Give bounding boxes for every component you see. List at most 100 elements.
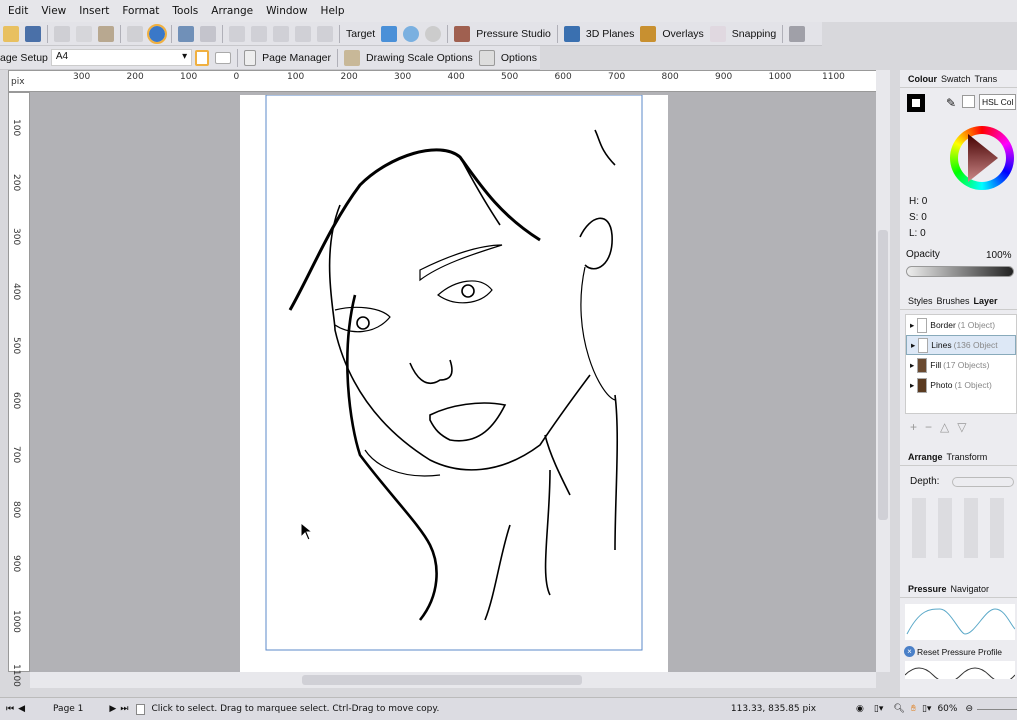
add-layer-icon[interactable]: + — [910, 420, 917, 434]
reset-icon[interactable]: × — [904, 646, 915, 657]
tab-pressure[interactable]: Pressure — [908, 584, 947, 594]
overlays-icon — [640, 25, 657, 42]
tab-transparency[interactable]: Trans — [975, 74, 998, 84]
layer-count: (1 Object) — [957, 320, 996, 330]
menu-tools[interactable]: Tools — [172, 5, 198, 17]
ruler-tick-label: 400 — [11, 282, 21, 300]
eyedropper-icon[interactable]: ✎ — [946, 96, 956, 110]
drawing-scale-options-button[interactable]: Drawing Scale Options — [366, 52, 473, 64]
layer-lines[interactable]: ▸ Lines (136 Object — [906, 335, 1016, 355]
cut-icon[interactable] — [54, 25, 70, 42]
target-icon-3[interactable] — [425, 25, 442, 42]
paste-icon[interactable] — [98, 25, 114, 42]
page-sheet[interactable] — [240, 95, 668, 672]
menu-view[interactable]: View — [41, 5, 66, 17]
layer-border[interactable]: ▸ Border (1 Object) — [906, 315, 1016, 335]
tab-transform[interactable]: Transform — [947, 452, 988, 462]
delete-layer-icon[interactable]: − — [925, 420, 932, 434]
expand-icon[interactable]: ▸ — [910, 320, 914, 331]
tab-layers[interactable]: Layer — [974, 296, 998, 306]
globe-icon[interactable] — [147, 23, 167, 44]
depth-slider[interactable] — [952, 477, 1014, 487]
scroll-thumb[interactable] — [302, 675, 582, 685]
colour-mode-dropdown[interactable]: HSL Col — [979, 94, 1016, 110]
arrange-buttons[interactable] — [912, 498, 1012, 558]
ruler-tick-label: 300 — [11, 228, 21, 246]
move-layer-down-icon[interactable]: ▽ — [957, 420, 966, 434]
zoom-out-icon[interactable]: ⊖ — [965, 704, 973, 714]
pan-hand-icon[interactable]: ✋︎ — [911, 704, 916, 714]
line-colour-swatch[interactable] — [907, 94, 925, 112]
layer-thumbnail — [917, 357, 928, 373]
layer-count: (17 Objects) — [943, 360, 990, 370]
layer-fill[interactable]: ▸ Fill (17 Objects) — [906, 355, 1016, 375]
vertical-ruler[interactable]: 100 200 300 400 500 600 700 800 900 1000 1100 — [8, 92, 30, 687]
portrait-icon[interactable] — [195, 49, 210, 66]
line-art-drawing[interactable] — [240, 95, 668, 672]
prev-page-icon[interactable]: ◀ — [18, 704, 25, 714]
redo-icon[interactable] — [200, 25, 216, 42]
tab-colour[interactable]: Colour — [908, 74, 937, 84]
last-page-icon[interactable]: ⏭ — [120, 704, 128, 714]
expand-icon[interactable]: ▸ — [911, 340, 915, 351]
zoom-slider[interactable] — [977, 708, 1017, 710]
tab-navigator[interactable]: Navigator — [951, 584, 990, 594]
zoom-icon[interactable]: 🔍︎ — [893, 704, 904, 714]
options-button[interactable]: Options — [501, 52, 537, 64]
target-label: Target — [346, 27, 376, 40]
open-icon[interactable] — [3, 25, 19, 42]
view-mode-icon[interactable]: ◉ — [856, 704, 864, 714]
first-page-icon[interactable]: ⏮ — [6, 704, 14, 714]
print-icon[interactable] — [789, 25, 806, 42]
scroll-thumb[interactable] — [878, 230, 888, 520]
next-page-icon[interactable]: ▶ — [109, 704, 116, 714]
ungroup-icon[interactable] — [317, 25, 333, 42]
menu-help[interactable]: Help — [321, 5, 345, 17]
ruler-tick-label: 700 — [608, 72, 626, 82]
target-icon-1[interactable] — [381, 25, 398, 42]
move-layer-up-icon[interactable]: △ — [940, 420, 949, 434]
format-painter-icon[interactable] — [127, 25, 143, 42]
snapping-button[interactable]: Snapping — [732, 28, 776, 40]
overlays-button[interactable]: Overlays — [662, 28, 703, 40]
cursor-tool-icon[interactable]: ▯▾ — [874, 704, 883, 714]
tab-arrange[interactable]: Arrange — [908, 452, 943, 462]
flip-vertical-icon[interactable] — [251, 25, 267, 42]
3d-planes-button[interactable]: 3D Planes — [586, 28, 634, 40]
page-manager-button[interactable]: Page Manager — [262, 52, 331, 64]
page-size-value: A4 — [55, 51, 69, 62]
tab-styles[interactable]: Styles — [908, 296, 933, 306]
fill-colour-swatch[interactable] — [962, 95, 975, 108]
reset-pressure-button[interactable]: Reset Pressure Profile — [917, 647, 1002, 657]
copy-icon[interactable] — [76, 25, 92, 42]
layer-photo[interactable]: ▸ Photo (1 Object) — [906, 375, 1016, 395]
rotate-icon[interactable] — [273, 25, 289, 42]
pressure-curve[interactable] — [905, 604, 1015, 640]
zoom-page-icon[interactable]: ▯▾ — [922, 704, 931, 714]
menu-window[interactable]: Window — [266, 5, 307, 17]
separator — [171, 24, 172, 43]
opacity-slider[interactable] — [906, 266, 1014, 277]
landscape-icon[interactable] — [215, 51, 232, 64]
lightness-value: L: 0 — [909, 228, 926, 239]
target-icon-2[interactable] — [403, 25, 420, 42]
menu-insert[interactable]: Insert — [79, 5, 109, 17]
tab-swatch[interactable]: Swatch — [941, 74, 971, 84]
vertical-scrollbar[interactable] — [876, 70, 890, 672]
menu-arrange[interactable]: Arrange — [211, 5, 253, 17]
flip-horizontal-icon[interactable] — [229, 25, 245, 42]
horizontal-scrollbar[interactable] — [30, 672, 876, 688]
menu-edit[interactable]: Edit — [8, 5, 28, 17]
expand-icon[interactable]: ▸ — [910, 360, 914, 371]
page-size-dropdown[interactable]: A4 ▾ — [50, 49, 193, 66]
drawing-canvas[interactable] — [30, 92, 876, 672]
expand-icon[interactable]: ▸ — [910, 380, 914, 391]
horizontal-ruler[interactable]: pix 300 200 100 0 100 200 300 400 500 600 700 800 90… — [8, 70, 878, 92]
save-icon[interactable] — [25, 25, 41, 42]
menu-format[interactable]: Format — [122, 5, 159, 17]
ruler-tick-label: 600 — [11, 391, 21, 409]
tab-brushes[interactable]: Brushes — [937, 296, 970, 306]
undo-icon[interactable] — [178, 25, 194, 42]
group-icon[interactable] — [295, 25, 311, 42]
pressure-studio-button[interactable]: Pressure Studio — [476, 28, 551, 40]
